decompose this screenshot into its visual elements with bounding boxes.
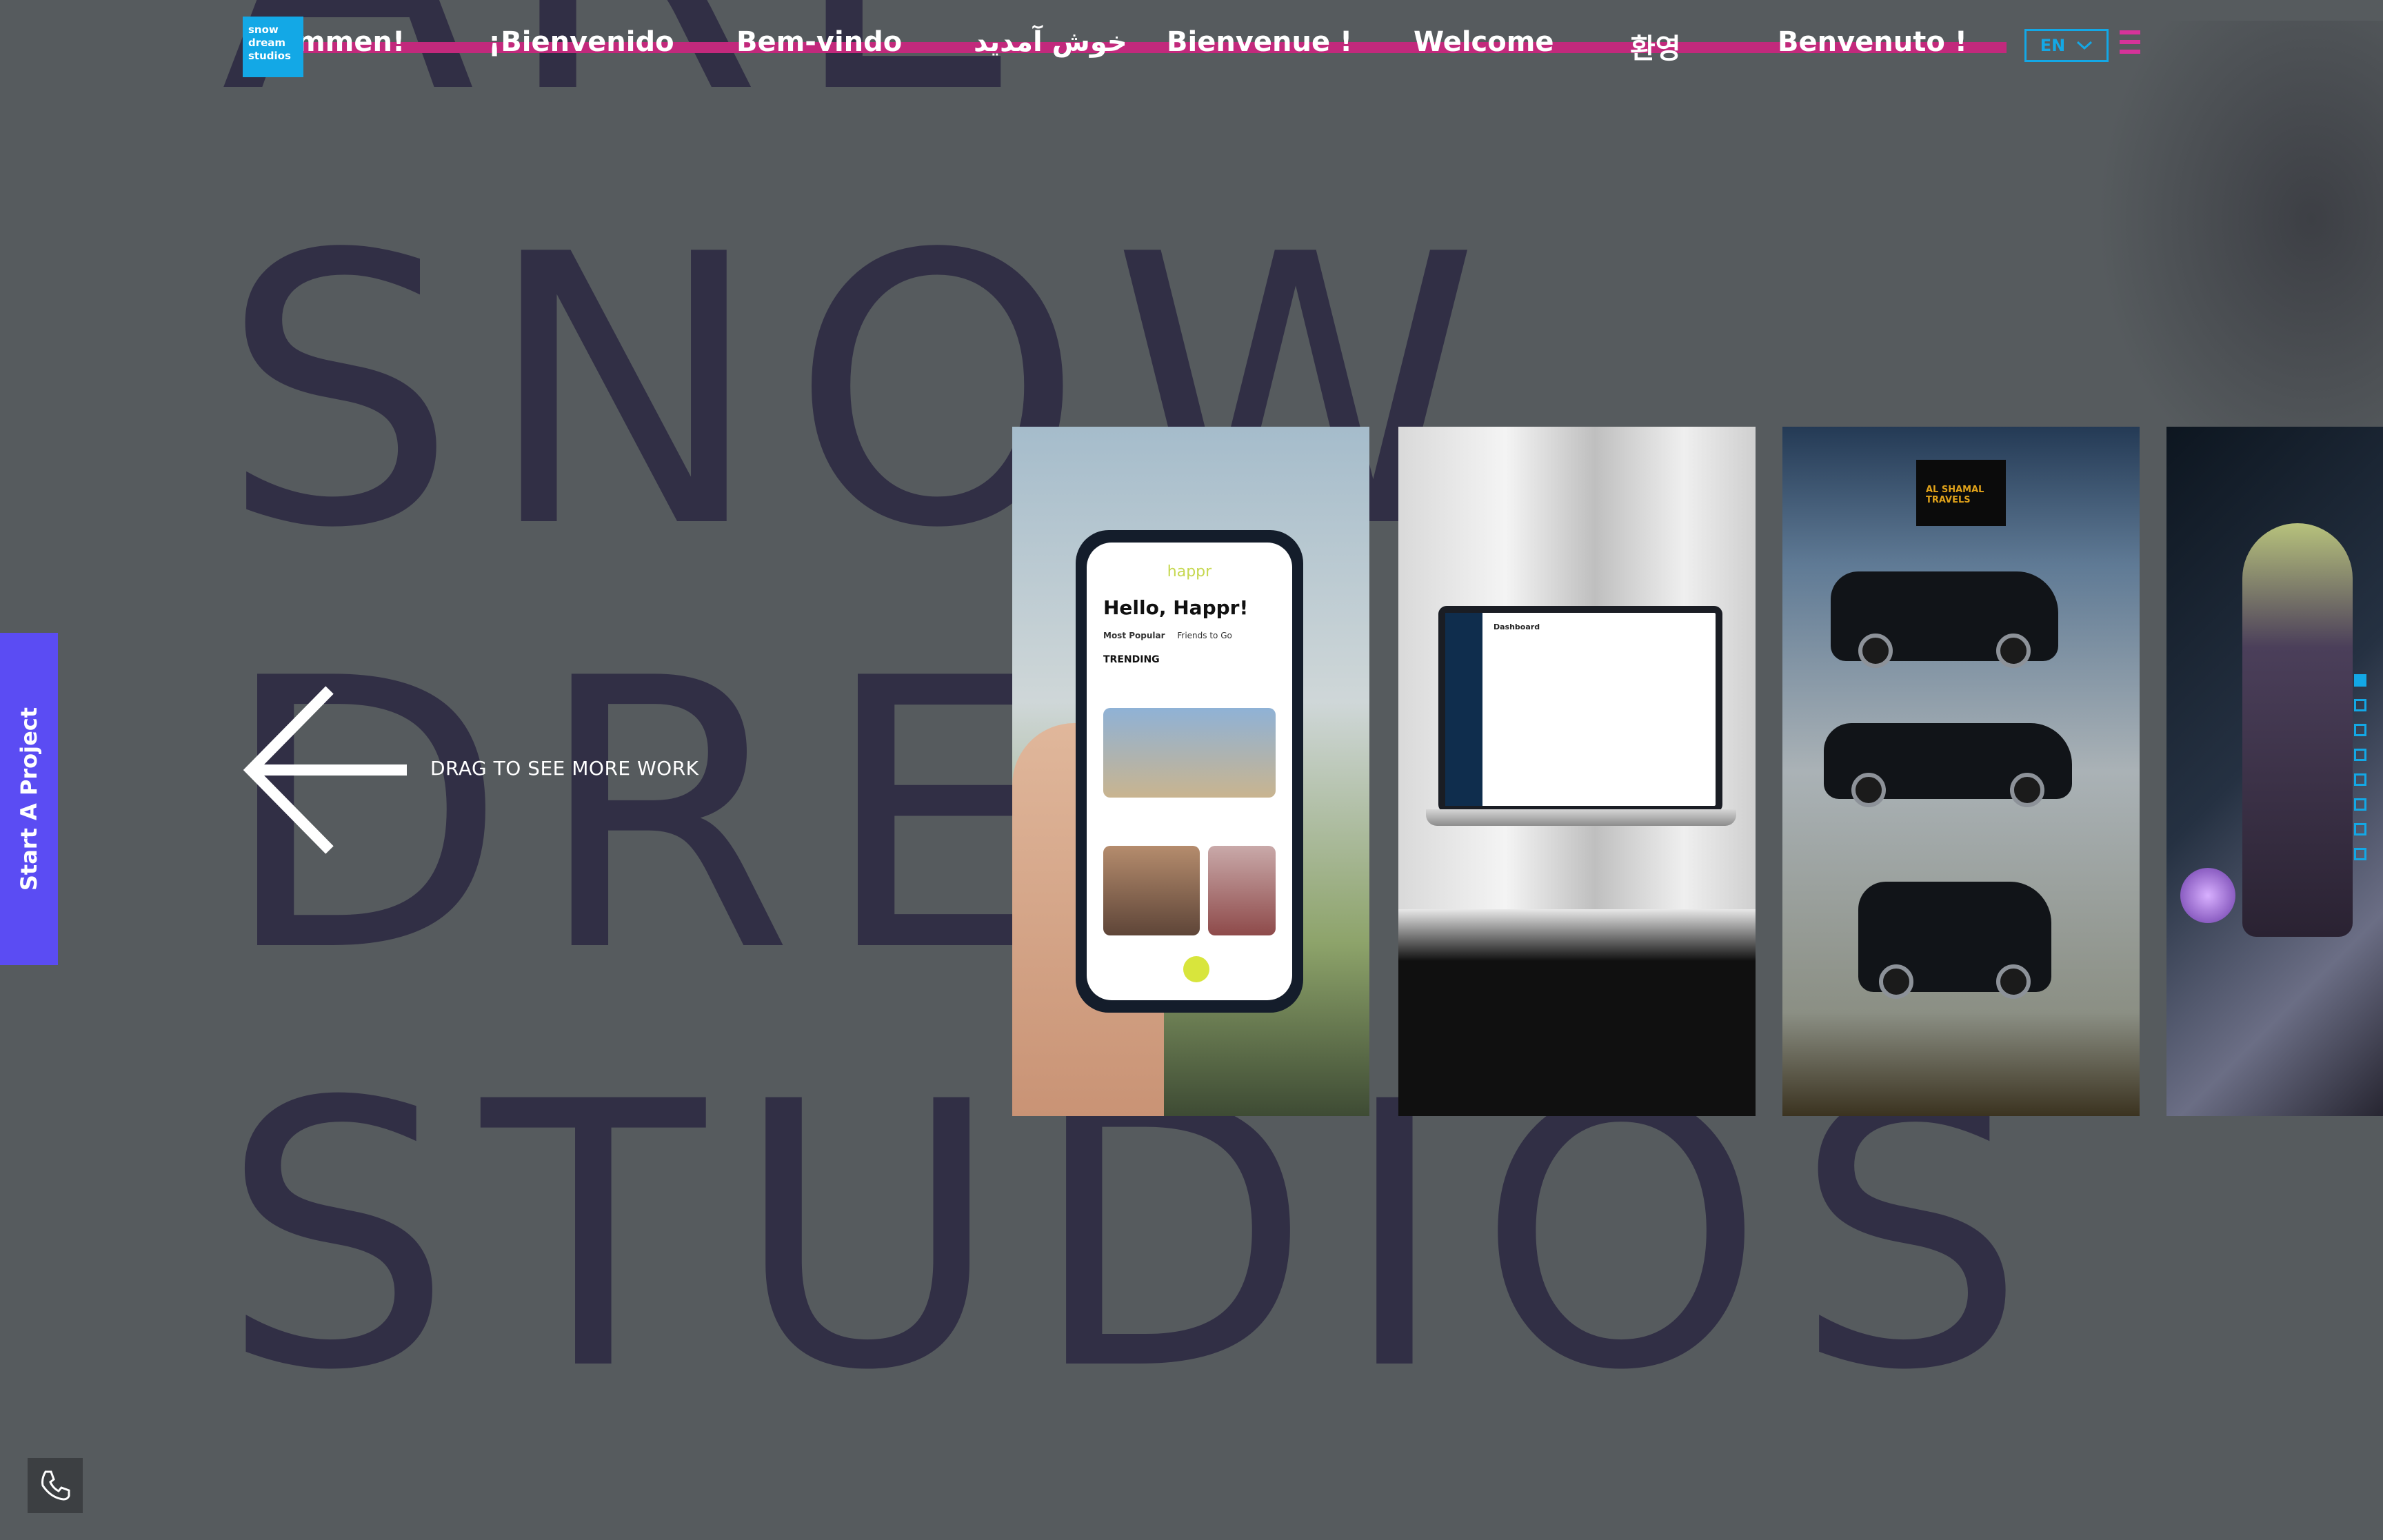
slide-pagination (2354, 674, 2368, 873)
app-section-title: TRENDING (1103, 654, 1160, 665)
slide-dot[interactable] (2354, 724, 2366, 736)
travels-logo-text: AL SHAMAL TRAVELS (1926, 485, 1984, 505)
app-photo (1208, 846, 1276, 935)
welcome-text: Bienvenue ! (1167, 26, 1353, 58)
chevron-down-icon (2077, 41, 2093, 50)
slide-dot[interactable] (2354, 674, 2366, 687)
slide-dot[interactable] (2354, 773, 2366, 786)
slide-dot[interactable] (2354, 798, 2366, 811)
language-select[interactable]: EN (2024, 29, 2109, 62)
slide-dot[interactable] (2354, 749, 2366, 761)
portfolio-card-happr[interactable]: happr Hello, Happr! Most Popular Friends… (1012, 427, 1369, 1116)
portfolio-card-fantasy[interactable] (2166, 427, 2383, 1116)
drag-hint: DRAG TO SEE MORE WORK (430, 757, 699, 780)
phone-mockup: happr Hello, Happr! Most Popular Friends… (1076, 530, 1303, 1013)
welcome-text: خوش آمدید (974, 26, 1127, 58)
welcome-text: Benvenuto ! (1778, 26, 1968, 58)
site-logo[interactable]: snow dream studios (243, 17, 303, 77)
slide-dot[interactable] (2354, 848, 2366, 860)
slide-dot[interactable] (2354, 823, 2366, 835)
app-greeting: Hello, Happr! (1103, 596, 1249, 619)
laptop-base (1426, 809, 1736, 826)
portfolio-card-travels[interactable]: AL SHAMAL TRAVELS (1782, 427, 2140, 1116)
welcome-text: Welcome (1414, 26, 1554, 58)
arrow-left-icon (243, 686, 407, 854)
start-project-label: Start A Project (16, 707, 42, 891)
welcome-marquee: mmen! ¡Bienvenido Bem-vindo خوش آمدید Bi… (303, 21, 2007, 76)
start-project-tab[interactable]: Start A Project (0, 633, 58, 965)
character-figure (2242, 523, 2353, 937)
dashboard-title: Dashboard (1494, 622, 1540, 631)
app-fab (1183, 956, 1209, 982)
app-tab: Friends to Go (1177, 631, 1232, 640)
hamburger-menu-icon[interactable] (2120, 30, 2140, 58)
app-photo (1103, 846, 1200, 935)
welcome-text: Bem-vindo (736, 26, 903, 58)
sedan-image (1824, 723, 2072, 807)
app-photo (1103, 708, 1276, 798)
app-tab: Most Popular (1103, 631, 1165, 640)
portfolio-card-dashboard[interactable]: Dashboard (1398, 427, 1756, 1116)
logo-line: studios (248, 50, 291, 62)
slide-dot[interactable] (2354, 699, 2366, 711)
app-tabs: Most Popular Friends to Go (1103, 631, 1232, 640)
call-button[interactable] (28, 1458, 83, 1513)
laptop-screen: Dashboard (1438, 606, 1722, 813)
language-value: EN (2040, 36, 2066, 55)
travels-logo: AL SHAMAL TRAVELS (1916, 460, 2006, 526)
logo-line: snow (248, 23, 279, 36)
desk (1398, 909, 1756, 1116)
welcome-text: ¡Bienvenido (488, 26, 674, 58)
phone-icon (41, 1470, 70, 1501)
suv-image (1831, 571, 2058, 668)
welcome-text: 환영 (1630, 33, 1681, 65)
van-image (1858, 882, 2051, 999)
welcome-text: mmen! (303, 26, 405, 58)
logo-line: dream (248, 37, 286, 49)
app-brand: happr (1167, 563, 1212, 580)
magic-orb (2180, 868, 2235, 923)
